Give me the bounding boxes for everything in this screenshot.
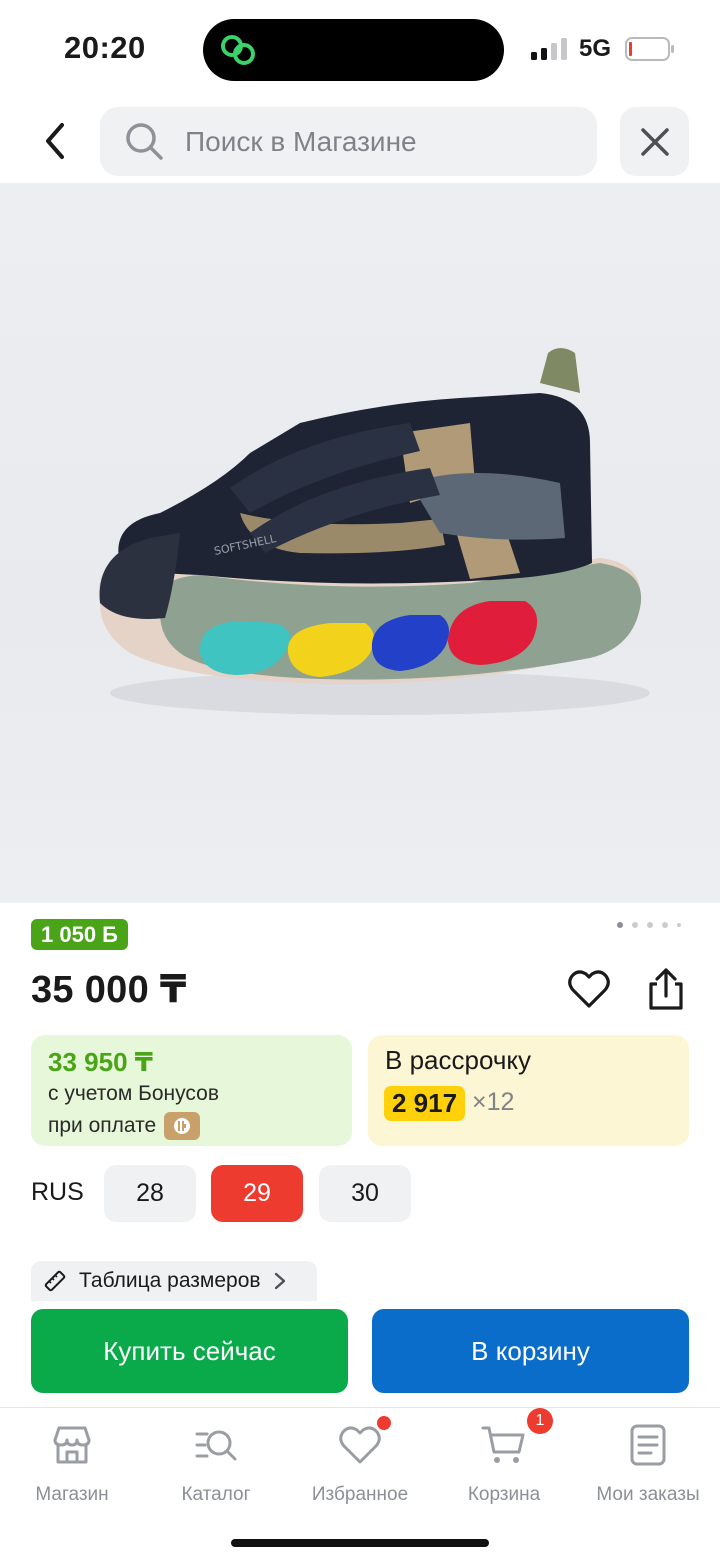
heart-icon xyxy=(339,1426,381,1464)
chevron-left-icon xyxy=(46,123,64,159)
heart-icon xyxy=(568,970,610,1008)
orders-icon xyxy=(630,1424,666,1466)
bonus-points-badge: 1 050 Б xyxy=(31,919,128,950)
dynamic-island xyxy=(203,19,504,81)
nav-item-cart[interactable]: 1 Корзина xyxy=(432,1408,576,1512)
size-table-label: Таблица размеров xyxy=(79,1269,261,1292)
status-bar: 20:20 5G xyxy=(0,0,720,98)
gallery-dot xyxy=(617,922,623,928)
status-time: 20:20 xyxy=(64,30,146,65)
search-input[interactable]: Поиск в Магазине xyxy=(100,107,597,176)
favorites-icon-wrap xyxy=(337,1416,391,1468)
nav-item-catalog[interactable]: Каталог xyxy=(144,1422,288,1512)
ruler-icon xyxy=(44,1270,66,1292)
bonus-note-payment: при оплате xyxy=(48,1112,201,1140)
bonus-price: 33 950 ₸ xyxy=(48,1047,153,1077)
cart-icon xyxy=(481,1426,525,1463)
gallery-dot xyxy=(647,922,653,928)
favorites-notification-dot xyxy=(377,1416,391,1430)
nav-item-store[interactable]: Магазин xyxy=(0,1422,144,1512)
clear-search-button[interactable] xyxy=(620,107,689,176)
installment-amount: 2 917 xyxy=(384,1086,466,1121)
nav-label-orders: Мои заказы xyxy=(596,1484,700,1505)
battery-icon xyxy=(625,37,674,61)
search-placeholder: Поиск в Магазине xyxy=(185,126,417,157)
share-icon xyxy=(649,968,683,1010)
cart-icon-wrap: 1 xyxy=(481,1408,553,1468)
installment-label: В рассрочку xyxy=(385,1045,532,1075)
nav-label-cart: Корзина xyxy=(467,1484,541,1505)
size-system-label: RUS xyxy=(31,1178,84,1206)
nav-label-store: Магазин xyxy=(35,1484,109,1505)
search-icon xyxy=(126,123,163,160)
gallery-dot xyxy=(677,923,681,927)
size-table-button[interactable]: Таблица размеров xyxy=(31,1261,317,1301)
chevron-right-icon xyxy=(274,1272,285,1290)
catalog-search-icon xyxy=(195,1430,237,1461)
home-indicator[interactable] xyxy=(231,1539,489,1547)
bottom-nav: Магазин Каталог Избранное 1 Корзина Мои … xyxy=(0,1407,720,1561)
nav-item-favorites[interactable]: Избранное xyxy=(288,1416,432,1512)
close-icon xyxy=(640,127,669,156)
installment-times: ×12 xyxy=(472,1088,515,1116)
back-button[interactable] xyxy=(30,114,80,168)
size-option-29[interactable]: 29 xyxy=(211,1165,303,1222)
network-type: 5G xyxy=(579,35,612,62)
signal-icon xyxy=(531,38,567,60)
nav-item-orders[interactable]: Мои заказы xyxy=(576,1422,720,1512)
add-to-cart-button[interactable]: В корзину xyxy=(372,1309,689,1393)
gallery-dot xyxy=(662,922,668,928)
bonus-price-card[interactable]: 33 950 ₸ с учетом Бонусов при оплате xyxy=(31,1035,352,1146)
cart-count-badge: 1 xyxy=(527,1408,553,1434)
nav-label-catalog: Каталог xyxy=(181,1484,251,1505)
size-option-28[interactable]: 28 xyxy=(104,1165,196,1222)
bonus-note-payment-text: при оплате xyxy=(48,1114,157,1137)
size-option-30[interactable]: 30 xyxy=(319,1165,411,1222)
product-image[interactable]: SOFTSHELL xyxy=(0,183,720,903)
gallery-pagination xyxy=(617,922,681,928)
gallery-dot xyxy=(632,922,638,928)
nav-label-favorites: Избранное xyxy=(311,1484,409,1505)
sneaker-illustration: SOFTSHELL xyxy=(98,348,650,715)
installment-card[interactable]: В рассрочку 2 917 ×12 xyxy=(368,1035,689,1146)
product-price: 35 000 ₸ xyxy=(31,969,187,1011)
buy-now-button[interactable]: Купить сейчас xyxy=(31,1309,348,1393)
share-button[interactable] xyxy=(643,966,689,1012)
favorite-button[interactable] xyxy=(566,966,612,1012)
bonus-note: с учетом Бонусов xyxy=(48,1082,219,1105)
payment-logo-icon xyxy=(174,1118,191,1134)
app-activity-icon xyxy=(221,35,255,65)
payment-card-icon xyxy=(164,1112,201,1140)
store-icon xyxy=(53,1426,91,1464)
